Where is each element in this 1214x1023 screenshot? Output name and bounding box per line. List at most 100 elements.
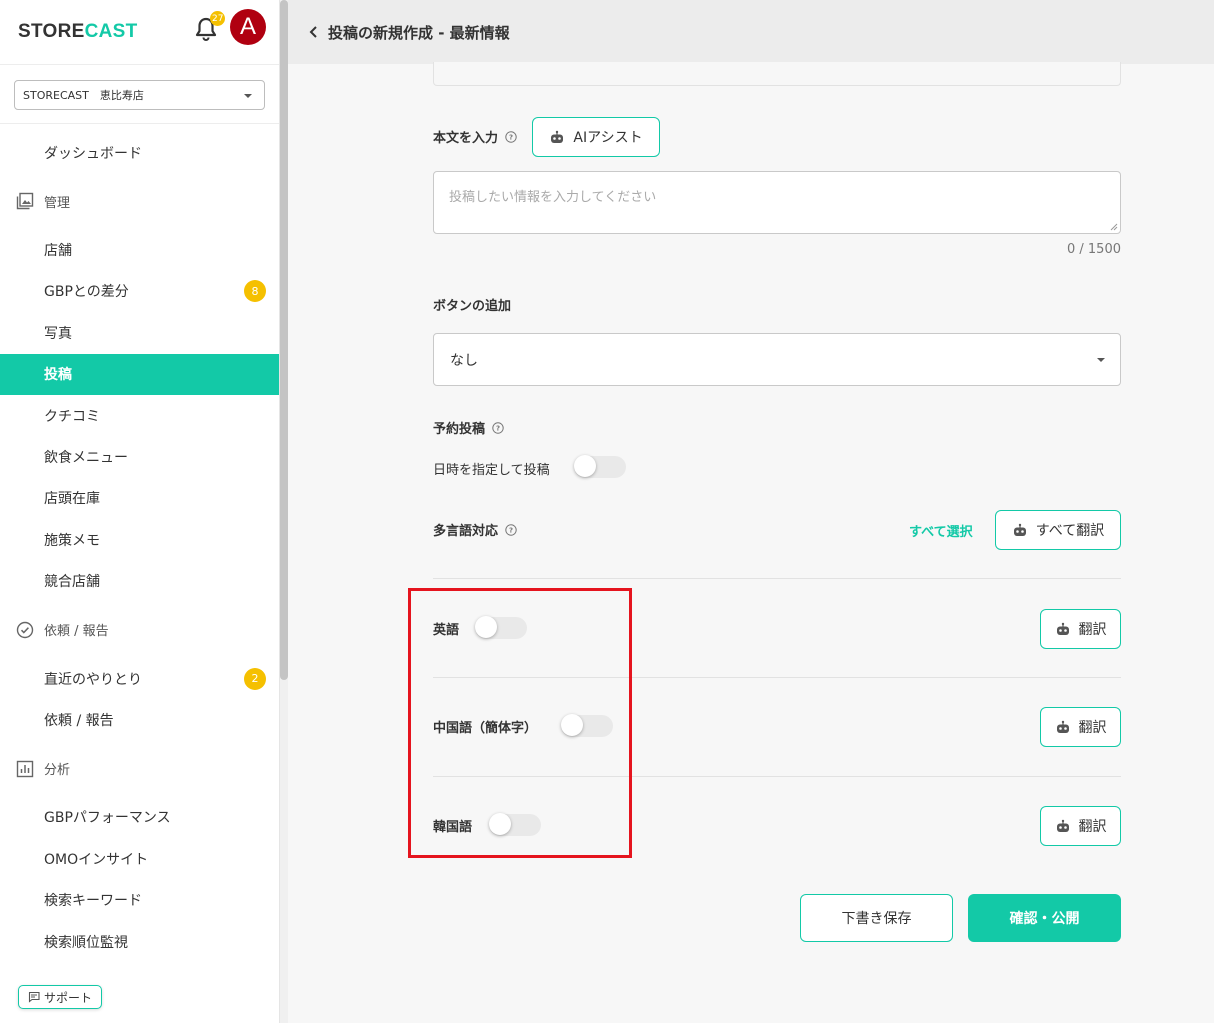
sidebar-item-omo-insight[interactable]: OMOインサイト xyxy=(0,838,279,879)
svg-text:?: ? xyxy=(509,526,513,534)
logo-bar: STORECAST 27 A xyxy=(0,0,279,64)
translate-label: 翻訳 xyxy=(1078,622,1107,638)
robot-icon xyxy=(1055,819,1071,833)
resize-grip-icon xyxy=(1110,223,1118,231)
robot-icon xyxy=(1012,523,1028,537)
translate-english-button[interactable]: 翻訳 xyxy=(1040,609,1121,649)
sidebar-scrollbar[interactable] xyxy=(280,0,288,1023)
sidebar-item-label: GBPとの差分 xyxy=(44,284,129,301)
translate-chinese-button[interactable]: 翻訳 xyxy=(1040,707,1121,747)
sidebar-section-analysis: 分析 xyxy=(0,741,279,797)
count-badge: 2 xyxy=(244,667,266,690)
multilang-label-row: 多言語対応 ? xyxy=(433,520,517,539)
store-selector-wrap: STORECAST 恵比寿店 xyxy=(0,64,279,124)
back-chevron-icon[interactable] xyxy=(308,25,320,39)
sidebar-item-gbp-performance[interactable]: GBPパフォーマンス xyxy=(0,797,279,838)
sidebar-item-label: 投稿 xyxy=(44,367,72,384)
sidebar-item-label: 店舗 xyxy=(44,243,72,260)
help-icon[interactable]: ? xyxy=(505,130,517,143)
button-add-select[interactable]: なし xyxy=(433,333,1121,386)
sidebar-item-dashboard[interactable]: ダッシュボード xyxy=(0,132,279,173)
translate-korean-button[interactable]: 翻訳 xyxy=(1040,806,1121,846)
help-icon[interactable]: ? xyxy=(505,523,517,536)
ai-assist-label: AIアシスト xyxy=(573,130,643,146)
help-icon[interactable]: ? xyxy=(492,421,504,434)
select-all-link[interactable]: すべて選択 xyxy=(909,521,973,540)
body-textarea[interactable]: 投稿したい情報を入力してください xyxy=(433,171,1121,234)
scrollbar-thumb[interactable] xyxy=(280,0,288,680)
translate-all-button[interactable]: すべて翻訳 xyxy=(995,510,1121,550)
button-add-label: ボタンの追加 xyxy=(433,299,512,314)
sidebar-section-label: 分析 xyxy=(44,763,71,779)
sidebar-item-competitors[interactable]: 競合店舗 xyxy=(0,561,279,602)
sidebar-item-label: 依頼 / 報告 xyxy=(44,712,114,729)
storecast-logo[interactable]: STORECAST xyxy=(18,21,138,43)
sidebar-item-label: 直近のやりとり xyxy=(44,671,142,688)
sidebar-item-label: 飲食メニュー xyxy=(44,450,128,467)
check-circle-icon xyxy=(16,621,34,639)
sidebar-item-gbp-diff[interactable]: GBPとの差分 8 xyxy=(0,271,279,312)
sidebar-section-label: 依頼 / 報告 xyxy=(44,624,109,640)
sidebar-item-label: 検索キーワード xyxy=(44,893,142,910)
multilang-label: 多言語対応 xyxy=(433,524,499,539)
store-selector-value: STORECAST 恵比寿店 xyxy=(23,89,144,102)
ai-assist-button[interactable]: AIアシスト xyxy=(532,117,660,157)
support-label: サポート xyxy=(44,990,93,1005)
body-label: 本文を入力 xyxy=(433,131,499,146)
sidebar-item-label: 競合店舗 xyxy=(44,574,100,591)
chat-icon xyxy=(28,991,40,1003)
robot-icon xyxy=(1055,720,1071,734)
notification-badge: 27 xyxy=(210,11,226,26)
photo-library-icon xyxy=(16,192,34,210)
sidebar-item-photos[interactable]: 写真 xyxy=(0,312,279,353)
sidebar-item-memo[interactable]: 施策メモ xyxy=(0,519,279,560)
avatar[interactable]: A xyxy=(230,9,266,45)
sidebar-item-food-menu[interactable]: 飲食メニュー xyxy=(0,436,279,477)
sidebar-item-request[interactable]: 依頼 / 報告 xyxy=(0,699,279,740)
sidebar-item-rank-monitor[interactable]: 検索順位監視 xyxy=(0,921,279,962)
translate-all-label: すべて翻訳 xyxy=(1035,523,1105,539)
sidebar-item-inventory[interactable]: 店頭在庫 xyxy=(0,478,279,519)
publish-label: 確認・公開 xyxy=(1009,911,1080,927)
divider xyxy=(433,578,1121,579)
sidebar-item-store[interactable]: 店舗 xyxy=(0,229,279,270)
sidebar-item-label: 施策メモ xyxy=(44,532,100,549)
sidebar-item-label: 写真 xyxy=(44,325,72,342)
sidebar-item-recent[interactable]: 直近のやりとり 2 xyxy=(0,658,279,699)
support-button[interactable]: サポート xyxy=(18,985,103,1009)
previous-field-bottom xyxy=(433,62,1121,86)
store-selector[interactable]: STORECAST 恵比寿店 xyxy=(14,80,265,110)
sidebar-section-label: 管理 xyxy=(44,195,71,211)
translate-label: 翻訳 xyxy=(1078,819,1107,835)
body-placeholder: 投稿したい情報を入力してください xyxy=(449,190,657,205)
scheduled-toggle[interactable] xyxy=(574,455,626,478)
sidebar-item-label: GBPパフォーマンス xyxy=(44,810,171,827)
translate-label: 翻訳 xyxy=(1078,720,1107,736)
save-draft-button[interactable]: 下書き保存 xyxy=(800,894,953,942)
scheduled-toggle-label: 日時を指定して投稿 xyxy=(433,463,550,478)
body-label-row: 本文を入力 ? xyxy=(433,127,517,146)
sidebar-item-reviews[interactable]: クチコミ xyxy=(0,395,279,436)
sidebar-item-keywords[interactable]: 検索キーワード xyxy=(0,879,279,920)
sidebar-nav: ダッシュボード 管理 店舗 GBPとの差分 8 写真 投稿 クチコミ 飲食メニュー… xyxy=(0,124,279,962)
publish-button[interactable]: 確認・公開 xyxy=(968,894,1121,942)
post-form: 本文を入力 ? AIアシスト 投稿したい情報を入力してください 0 / 1500… xyxy=(288,62,1214,1023)
sidebar-section-request: 依頼 / 報告 xyxy=(0,602,279,658)
svg-text:?: ? xyxy=(509,133,513,141)
scheduled-label-row: 予約投稿 ? xyxy=(433,418,504,437)
sidebar-item-label: 検索順位監視 xyxy=(44,934,128,951)
sidebar-item-label: OMOインサイト xyxy=(44,851,149,868)
button-add-value: なし xyxy=(450,352,478,369)
sidebar-item-label: 店頭在庫 xyxy=(44,491,100,508)
caret-down-icon xyxy=(1097,358,1105,362)
save-draft-label: 下書き保存 xyxy=(841,911,912,927)
sidebar: STORECAST 27 A STORECAST 恵比寿店 ダッシュボード 管理… xyxy=(0,0,280,1023)
caret-down-icon xyxy=(244,94,252,98)
sidebar-section-manage: 管理 xyxy=(0,173,279,229)
robot-icon xyxy=(549,130,565,144)
scheduled-label: 予約投稿 xyxy=(433,422,486,437)
sidebar-item-posts[interactable]: 投稿 xyxy=(0,353,279,395)
svg-text:?: ? xyxy=(496,424,500,432)
bar-chart-icon xyxy=(16,760,34,778)
annotation-highlight-box xyxy=(408,588,632,858)
